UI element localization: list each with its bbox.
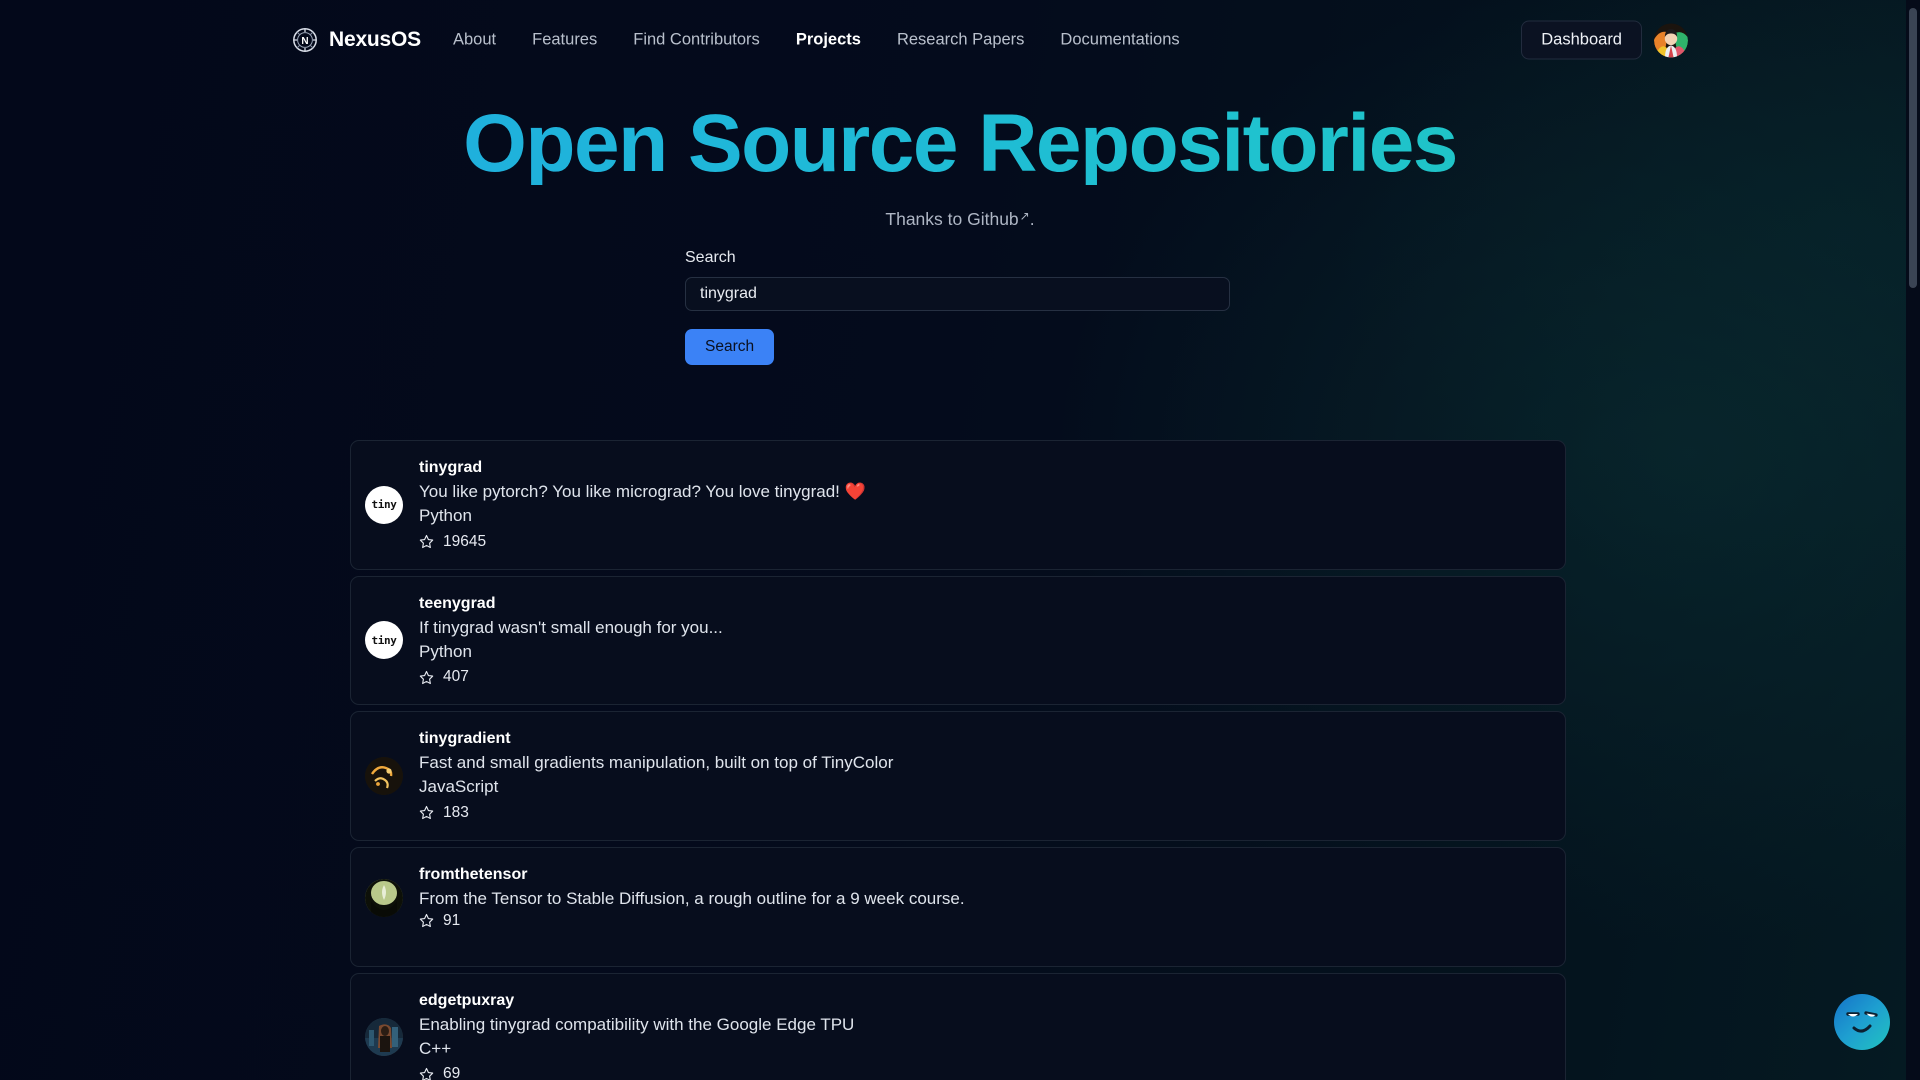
- nav-link-projects[interactable]: Projects: [778, 31, 879, 50]
- repository-card[interactable]: tinygradient Fast and small gradients ma…: [350, 711, 1566, 841]
- repo-description: Enabling tinygrad compatibility with the…: [419, 1014, 855, 1034]
- repo-language: Python: [419, 506, 472, 526]
- repo-avatar-icon: [365, 878, 403, 917]
- search-input[interactable]: [685, 277, 1230, 311]
- star-count: 407: [443, 668, 469, 685]
- repo-name: teenygrad: [419, 594, 496, 612]
- repository-card[interactable]: edgetpuxray Enabling tinygrad compatibil…: [350, 972, 1566, 1080]
- subtitle-prefix: Thanks to: [885, 209, 968, 229]
- repo-name: tinygradient: [419, 730, 511, 747]
- repo-avatar-icon: [365, 1018, 403, 1057]
- repo-language: JavaScript: [419, 777, 499, 797]
- hero-subtitle: Thanks to Github↗.: [0, 209, 1920, 230]
- nav-link-research-papers[interactable]: Research Papers: [879, 31, 1042, 50]
- repo-description: You like pytorch? You like micrograd? Yo…: [419, 482, 866, 501]
- nav-links: About Features Find Contributors Project…: [435, 31, 1198, 50]
- nav-link-features[interactable]: Features: [514, 31, 615, 50]
- dashboard-button[interactable]: Dashboard: [1521, 20, 1642, 60]
- star-count: 19645: [443, 532, 487, 550]
- repo-language: C++: [419, 1038, 452, 1058]
- repo-avatar-label: tiny: [371, 498, 397, 512]
- star-count: 91: [443, 911, 461, 929]
- smirk-face-chat-icon: [1846, 1011, 1878, 1033]
- repo-stats: 183: [419, 804, 1545, 822]
- star-count: 69: [443, 1065, 461, 1080]
- subtitle-suffix: .: [1029, 209, 1035, 229]
- svg-text:N: N: [301, 36, 308, 47]
- chat-assistant-button[interactable]: [1834, 994, 1890, 1050]
- repo-description: Fast and small gradients manipulation, b…: [419, 753, 894, 772]
- star-icon: [419, 534, 434, 549]
- star-icon: [419, 805, 434, 820]
- page-title: Open Source Repositories: [0, 103, 1920, 185]
- repo-description: From the Tensor to Stable Diffusion, a r…: [419, 888, 965, 908]
- nav-right-actions: Dashboard: [1521, 20, 1688, 60]
- search-label: Search: [685, 249, 736, 266]
- nav-link-about[interactable]: About: [435, 31, 514, 50]
- star-count: 183: [443, 803, 469, 821]
- repository-card[interactable]: fromthetensor From the Tensor to Stable …: [350, 846, 1566, 967]
- repository-results-list: tiny tinygrad You like pytorch? You like…: [350, 440, 1566, 1080]
- repo-stats: 407: [419, 668, 1545, 686]
- repo-description: If tinygrad wasn't small enough for you.…: [419, 617, 723, 637]
- repo-avatar-icon: tiny: [365, 485, 403, 524]
- nav-link-documentations[interactable]: Documentations: [1042, 31, 1197, 50]
- repository-card[interactable]: tiny teenygrad If tinygrad wasn't small …: [350, 575, 1566, 705]
- star-icon: [419, 1067, 434, 1080]
- user-avatar[interactable]: [1654, 23, 1688, 57]
- repo-name: edgetpuxray: [419, 991, 515, 1009]
- star-icon: [419, 913, 434, 928]
- nav-link-find-contributors[interactable]: Find Contributors: [615, 31, 778, 50]
- repo-avatar-icon: [365, 756, 403, 795]
- repository-card[interactable]: tiny tinygrad You like pytorch? You like…: [350, 440, 1566, 570]
- brand-name: NexusOS: [329, 28, 421, 51]
- search-button[interactable]: Search: [685, 329, 775, 365]
- repo-stats: 91: [419, 912, 1545, 930]
- repo-name: fromthetensor: [419, 865, 528, 883]
- repo-language: Python: [419, 641, 472, 661]
- star-icon: [419, 670, 434, 685]
- repo-stats: 19645: [419, 533, 1545, 551]
- scrollbar-thumb[interactable]: [1909, 8, 1917, 288]
- repo-avatar-label: tiny: [371, 633, 397, 647]
- brand-logo[interactable]: N NexusOS: [292, 27, 421, 53]
- repo-stats: 69: [419, 1065, 1545, 1080]
- external-link-icon: ↗: [1019, 209, 1030, 223]
- search-block: Search Search: [685, 249, 1230, 365]
- compass-n-logo-icon: N: [292, 27, 318, 53]
- top-navigation-bar: N NexusOS About Features Find Contributo…: [0, 0, 1920, 80]
- page-scrollbar[interactable]: [1906, 0, 1920, 1080]
- repo-name: tinygrad: [419, 459, 483, 476]
- repo-avatar-icon: tiny: [365, 621, 403, 660]
- github-link[interactable]: Github: [967, 209, 1019, 229]
